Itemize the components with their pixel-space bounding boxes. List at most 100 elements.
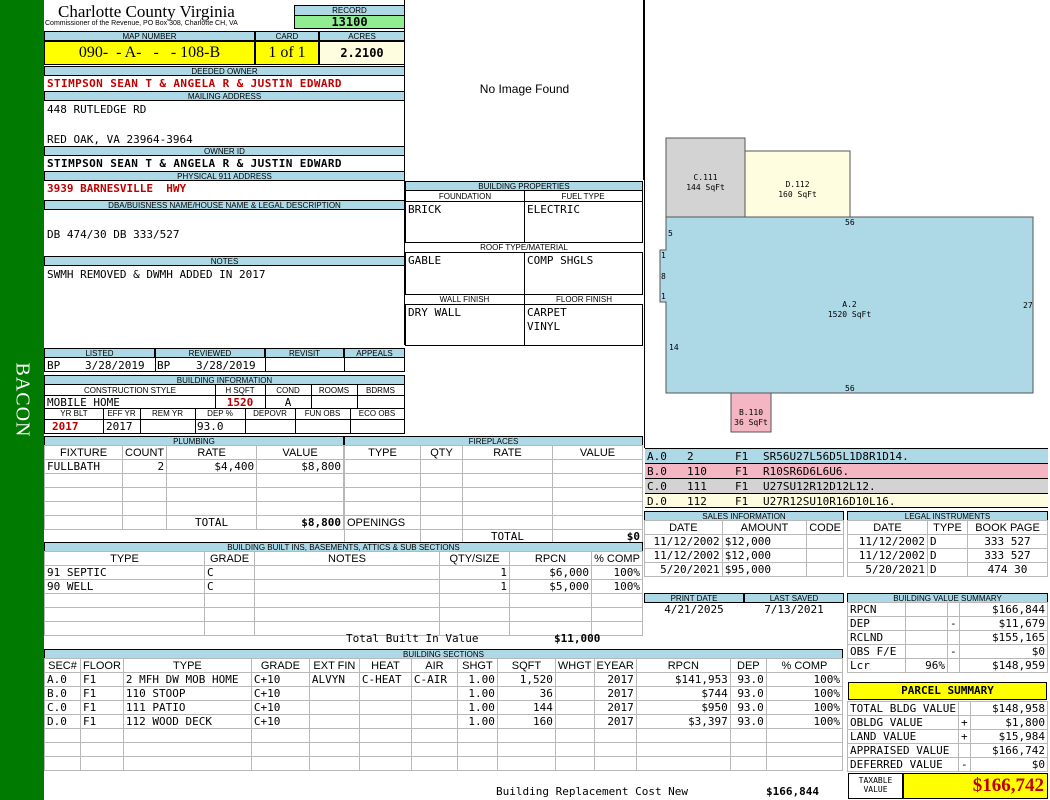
bvs-pct bbox=[905, 602, 948, 617]
floor-value-2: VINYL bbox=[527, 320, 561, 333]
style-header: CONSTRUCTION STYLE bbox=[83, 386, 176, 395]
owner-id-header: OWNER ID bbox=[44, 146, 405, 156]
sec-col: RPCN bbox=[635, 658, 731, 673]
section-cell: D.0 bbox=[44, 714, 81, 729]
fuel-value: ELECTRIC bbox=[527, 203, 580, 216]
li-cell: 333 527 bbox=[967, 534, 1048, 549]
sec-col: HEAT bbox=[358, 658, 412, 673]
section-cell: 111 PATIO bbox=[122, 700, 252, 715]
hsqft-header: H SQFT bbox=[225, 386, 255, 395]
sales-cell: 11/12/2002 bbox=[644, 534, 723, 549]
section-cell: 2 MFH DW MOB HOME bbox=[122, 672, 252, 687]
bvs-sign: - bbox=[947, 616, 960, 631]
section-cell: 93.0 bbox=[729, 686, 767, 701]
bvs-value: $11,679 bbox=[959, 616, 1048, 631]
wall-header: WALL FINISH bbox=[405, 295, 524, 304]
plumbing-col-value: VALUE bbox=[256, 445, 344, 460]
sec-col: DEP bbox=[729, 658, 767, 673]
effyr-value: 2017 bbox=[106, 420, 133, 433]
sales-cell: $12,000 bbox=[721, 534, 808, 549]
plumbing-cell: 2 bbox=[121, 459, 168, 474]
taxable-label-box: TAXABLE VALUE bbox=[848, 773, 903, 799]
plumbing-col-rate: RATE bbox=[166, 445, 258, 460]
parcel-table: TOTAL BLDG VALUE $148,958 OBLDG VALUE + $1,… bbox=[847, 701, 1049, 772]
map-number-header: MAP NUMBER bbox=[44, 31, 255, 41]
print-date: 4/21/2025 bbox=[664, 603, 724, 616]
builtin-cell: 1 bbox=[439, 579, 510, 594]
builtin-cell: $5,000 bbox=[509, 579, 592, 594]
parcel-sign bbox=[957, 701, 971, 716]
section-cell: 93.0 bbox=[729, 672, 767, 687]
sketch-a-area: 1520 SqFt bbox=[827, 310, 872, 319]
section-cell: 1.00 bbox=[456, 714, 498, 729]
bvs-sign bbox=[947, 602, 960, 617]
sales-col-date: DATE bbox=[644, 520, 723, 535]
li-col-date: DATE bbox=[847, 520, 928, 535]
section-cell bbox=[358, 700, 412, 715]
table-row: 5/20/2021 $95,000 bbox=[644, 562, 844, 577]
parcel-sign: + bbox=[957, 729, 971, 744]
li-cell: D bbox=[927, 562, 968, 577]
parcel-value: $1,800 bbox=[969, 715, 1049, 730]
sec-col: AIR bbox=[410, 658, 458, 673]
sketch-dim-l4: 1 bbox=[661, 292, 666, 301]
bvs-value: $166,844 bbox=[959, 602, 1048, 617]
last-saved-header: LAST SAVED bbox=[744, 593, 844, 603]
plumbing-table: FIXTURE COUNT RATE VALUE FULLBATH 2 $4,400 $8,… bbox=[44, 445, 344, 530]
vector-floor: F1 bbox=[735, 450, 749, 463]
effyr-header: EFF YR bbox=[107, 409, 136, 418]
sketch-dim-l1: 5 bbox=[668, 229, 673, 238]
bi-col-notes: NOTES bbox=[254, 551, 440, 566]
section-cell: $3,397 bbox=[635, 714, 731, 729]
floor-header: FLOOR FINISH bbox=[525, 295, 643, 304]
foundation-value: BRICK bbox=[408, 203, 442, 216]
bi-div-7 bbox=[195, 408, 196, 434]
bvs-sign: - bbox=[947, 644, 960, 659]
bvs-value: $148,959 bbox=[959, 658, 1048, 673]
li-cell: D bbox=[927, 548, 968, 563]
sidebar-label: BACON bbox=[11, 362, 34, 438]
section-cell: C+10 bbox=[250, 700, 310, 715]
section-cell: 2017 bbox=[593, 672, 637, 687]
section-cell bbox=[410, 714, 458, 729]
card-header: CARD bbox=[255, 31, 319, 41]
vector-floor: F1 bbox=[735, 465, 749, 478]
bi-div-2 bbox=[265, 384, 266, 408]
props-rule-5 bbox=[405, 304, 643, 305]
section-cell bbox=[554, 686, 595, 701]
table-row: TOTAL BLDG VALUE $148,958 bbox=[847, 701, 1049, 716]
section-cell: 100% bbox=[765, 700, 844, 715]
table-row: Lcr 96% $148,959 bbox=[847, 658, 1048, 673]
sec-col: SQFT bbox=[496, 658, 556, 673]
parcel-label: OBLDG VALUE bbox=[847, 715, 959, 730]
parcel-sign bbox=[957, 743, 971, 758]
deeded-owner-header: DEEDED OWNER bbox=[44, 66, 405, 76]
foundation-header: FOUNDATION bbox=[438, 192, 492, 201]
sidebar: BACON bbox=[0, 0, 44, 800]
taxable-label-2: VALUE bbox=[863, 785, 888, 794]
legal-inst-table: DATE TYPE BOOK PAGE 11/12/2002 D 333 527 11/… bbox=[847, 520, 1048, 577]
depovr-header: DEPOVR bbox=[253, 409, 287, 418]
brcn-value: $166,844 bbox=[766, 785, 819, 798]
sales-cell: $95,000 bbox=[721, 562, 808, 577]
vector-row-d: D.0 112 F1 U27R12SU10R16D10L16. bbox=[645, 493, 1048, 508]
builtins-table: TYPE GRADE NOTES QTY/SIZE RPCN% COMP 91 SEPT… bbox=[44, 551, 643, 636]
mailing-line-2: RED OAK, VA 23964-3964 bbox=[47, 133, 193, 146]
sales-col-amount: AMOUNT bbox=[721, 520, 808, 535]
bi-div-3 bbox=[311, 384, 312, 408]
reviewed-date: 3/28/2019 bbox=[196, 359, 256, 372]
builtin-total-label: Total Built In Value bbox=[346, 632, 479, 645]
builtin-cell: 90 WELL bbox=[44, 579, 205, 594]
section-cell: A.0 bbox=[44, 672, 81, 687]
notes-header: NOTES bbox=[44, 256, 405, 266]
sketch-dim-l3: 8 bbox=[661, 272, 666, 281]
sec-col: FLOOR bbox=[80, 658, 124, 673]
table-row: B.0 F1 110 STOOP C+10 1.00 36 2017 $744 93.0 100% bbox=[44, 686, 844, 701]
table-row: DEFERRED VALUE - $0 bbox=[847, 757, 1049, 772]
table-row: RCLND $155,165 bbox=[847, 630, 1048, 645]
bi-div-6 bbox=[140, 408, 141, 434]
roof-type: GABLE bbox=[408, 254, 442, 267]
bi-div-1 bbox=[215, 384, 216, 408]
sec-col: % COMP bbox=[765, 658, 844, 673]
bi-col-rpcn: RPCN bbox=[509, 551, 592, 566]
